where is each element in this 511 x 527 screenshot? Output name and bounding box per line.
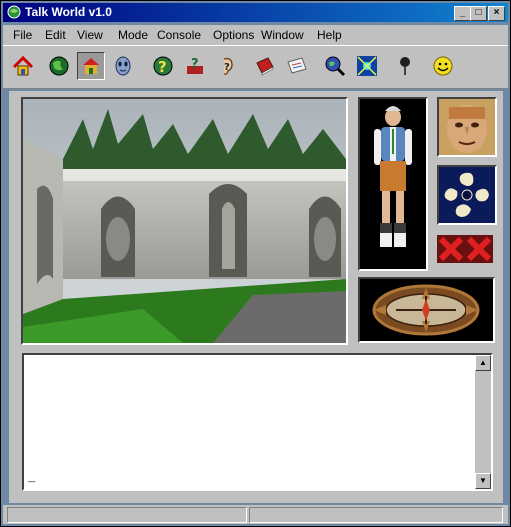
mail-icon bbox=[287, 57, 307, 74]
app-logo-icon bbox=[7, 5, 21, 19]
smiley-button[interactable] bbox=[429, 52, 457, 80]
chat-log[interactable]: _ ▲ ▼ bbox=[22, 353, 493, 491]
home-icon bbox=[12, 55, 34, 76]
compass-navigator[interactable] bbox=[358, 277, 495, 343]
status-pane-right bbox=[249, 507, 503, 523]
question-book-button[interactable]: ? bbox=[181, 52, 209, 80]
main-panel: _ ▲ ▼ bbox=[9, 91, 503, 503]
network-icon bbox=[357, 56, 377, 76]
menu-help[interactable]: Help bbox=[317, 28, 342, 42]
menu-options[interactable]: Options bbox=[213, 28, 254, 42]
ear-question-icon: ? bbox=[223, 57, 233, 75]
toolbar: ? ? ? bbox=[3, 45, 508, 89]
red-x-icon bbox=[437, 235, 493, 263]
ear-question-button[interactable]: ? bbox=[213, 52, 241, 80]
menu-console[interactable]: Console bbox=[157, 28, 201, 42]
globe-button[interactable] bbox=[45, 52, 73, 80]
compass-icon bbox=[360, 279, 493, 341]
gesture-button[interactable] bbox=[437, 165, 497, 225]
minimize-button[interactable]: _ bbox=[454, 6, 471, 21]
question-book-icon: ? bbox=[187, 57, 203, 74]
menu-file[interactable]: File bbox=[13, 28, 32, 42]
menu-mode[interactable]: Mode bbox=[118, 28, 148, 42]
book-button[interactable] bbox=[251, 52, 279, 80]
scroll-down-button[interactable]: ▼ bbox=[475, 473, 491, 489]
chat-cursor: _ bbox=[28, 471, 36, 485]
question-globe-button[interactable]: ? bbox=[149, 52, 177, 80]
mask-icon bbox=[115, 56, 131, 76]
microphone-button[interactable] bbox=[391, 52, 419, 80]
status-bar bbox=[3, 505, 508, 524]
question-globe-icon: ? bbox=[153, 56, 173, 76]
chat-scrollbar[interactable]: ▲ ▼ bbox=[475, 355, 491, 489]
smiley-icon bbox=[433, 56, 453, 76]
svg-text:?: ? bbox=[224, 62, 230, 73]
microphone-icon bbox=[400, 57, 410, 75]
face-icon bbox=[439, 99, 495, 155]
svg-text:?: ? bbox=[191, 57, 199, 72]
cancel-gestures-button[interactable] bbox=[437, 235, 493, 263]
house-icon bbox=[83, 58, 99, 74]
app-window: Talk World v1.0 _ □ × File Edit View Mod… bbox=[0, 0, 511, 527]
close-button[interactable]: × bbox=[488, 6, 505, 21]
mask-button[interactable] bbox=[109, 52, 137, 80]
scroll-up-button[interactable]: ▲ bbox=[475, 355, 491, 371]
gestures-icon bbox=[439, 167, 495, 223]
network-button[interactable] bbox=[353, 52, 381, 80]
maximize-button[interactable]: □ bbox=[470, 6, 487, 21]
menu-window[interactable]: Window bbox=[261, 28, 304, 42]
menu-bar: File Edit View Mode Console Options Wind… bbox=[3, 25, 508, 45]
svg-text:?: ? bbox=[158, 58, 167, 76]
menu-edit[interactable]: Edit bbox=[45, 28, 66, 42]
search-globe-button[interactable] bbox=[321, 52, 349, 80]
house-button[interactable] bbox=[77, 52, 105, 80]
home-button[interactable] bbox=[9, 52, 37, 80]
title-bar: Talk World v1.0 _ □ × bbox=[3, 3, 508, 22]
world-view[interactable] bbox=[21, 97, 348, 345]
menu-view[interactable]: View bbox=[77, 28, 103, 42]
face-button[interactable] bbox=[437, 97, 497, 157]
avatar-figure bbox=[360, 99, 426, 269]
courtyard-scene bbox=[23, 99, 346, 343]
globe-icon bbox=[49, 56, 69, 76]
status-pane-left bbox=[7, 507, 247, 523]
avatar-view[interactable] bbox=[358, 97, 428, 271]
search-globe-icon bbox=[325, 56, 346, 77]
mail-button[interactable] bbox=[283, 52, 311, 80]
window-title: Talk World v1.0 bbox=[25, 5, 112, 19]
book-icon bbox=[256, 57, 274, 76]
